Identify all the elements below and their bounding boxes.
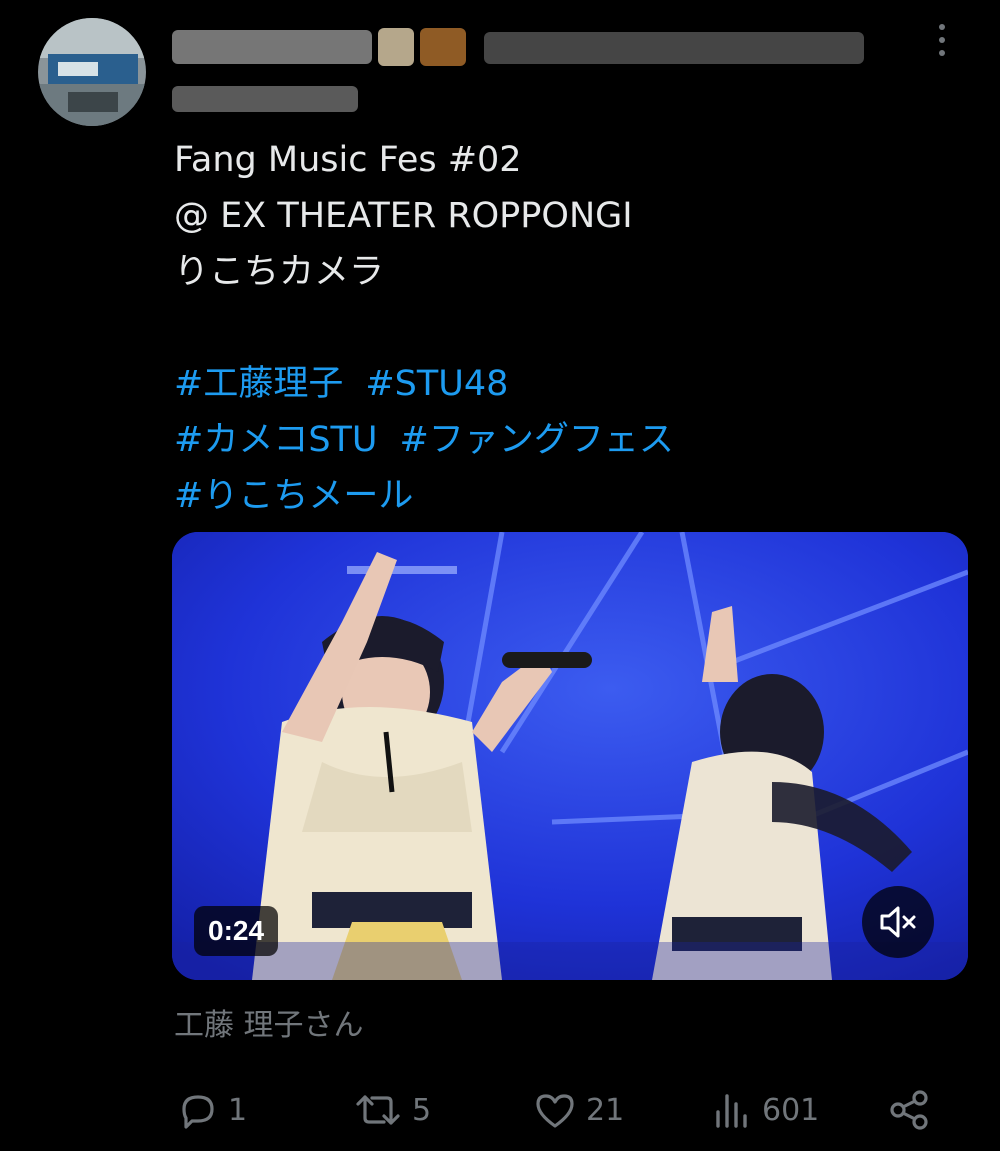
retweet-count: 5 [412,1092,432,1128]
tagged-user-label[interactable]: 工藤 理子さん [174,1004,364,1048]
reply-icon [182,1095,214,1129]
more-options-icon[interactable] [932,24,952,64]
avatar[interactable] [38,18,146,126]
hashtag-row: #カメコSTU #ファングフェス [174,412,954,468]
video-frame [172,532,968,980]
like-button[interactable]: 21 [530,1080,624,1140]
video-duration: 0:24 [194,906,279,956]
video-player[interactable]: 0:24 [172,532,968,980]
post-date-blurred [172,82,362,114]
hashtag-link[interactable]: #カメコSTU [174,420,378,460]
hashtag-row: #工藤理子 #STU48 [174,356,954,412]
heart-icon [536,1094,574,1128]
hashtag-link[interactable]: #りこちメール [174,476,413,516]
views-button[interactable]: 601 [710,1080,819,1140]
volume-muted-icon [880,906,916,938]
tweet-line: Fang Music Fes #02 [174,140,522,180]
retweet-button[interactable]: 5 [350,1080,431,1140]
hashtag-link[interactable]: #ファングフェス [400,420,674,460]
share-icon [890,1090,928,1130]
views-icon [716,1094,747,1128]
tweet-text: Fang Music Fes #02 @ EX THEATER ROPPONGI… [174,132,954,524]
hashtag-link[interactable]: #STU48 [365,364,508,404]
author-header-blurred[interactable] [172,22,872,74]
tweet-line: @ EX THEATER ROPPONGI [174,196,633,236]
views-count: 601 [762,1092,820,1128]
like-count: 21 [586,1092,625,1128]
reply-count: 1 [228,1092,248,1128]
share-button[interactable] [886,1080,940,1140]
tweet-line: りこちカメラ [174,252,385,292]
reply-button[interactable]: 1 [174,1080,247,1140]
action-bar: 1 5 21 601 [174,1080,954,1140]
mute-button[interactable] [862,886,934,958]
retweet-icon [356,1095,400,1125]
hashtag-link[interactable]: #工藤理子 [174,364,343,404]
hashtag-row: #りこちメール [174,468,954,524]
